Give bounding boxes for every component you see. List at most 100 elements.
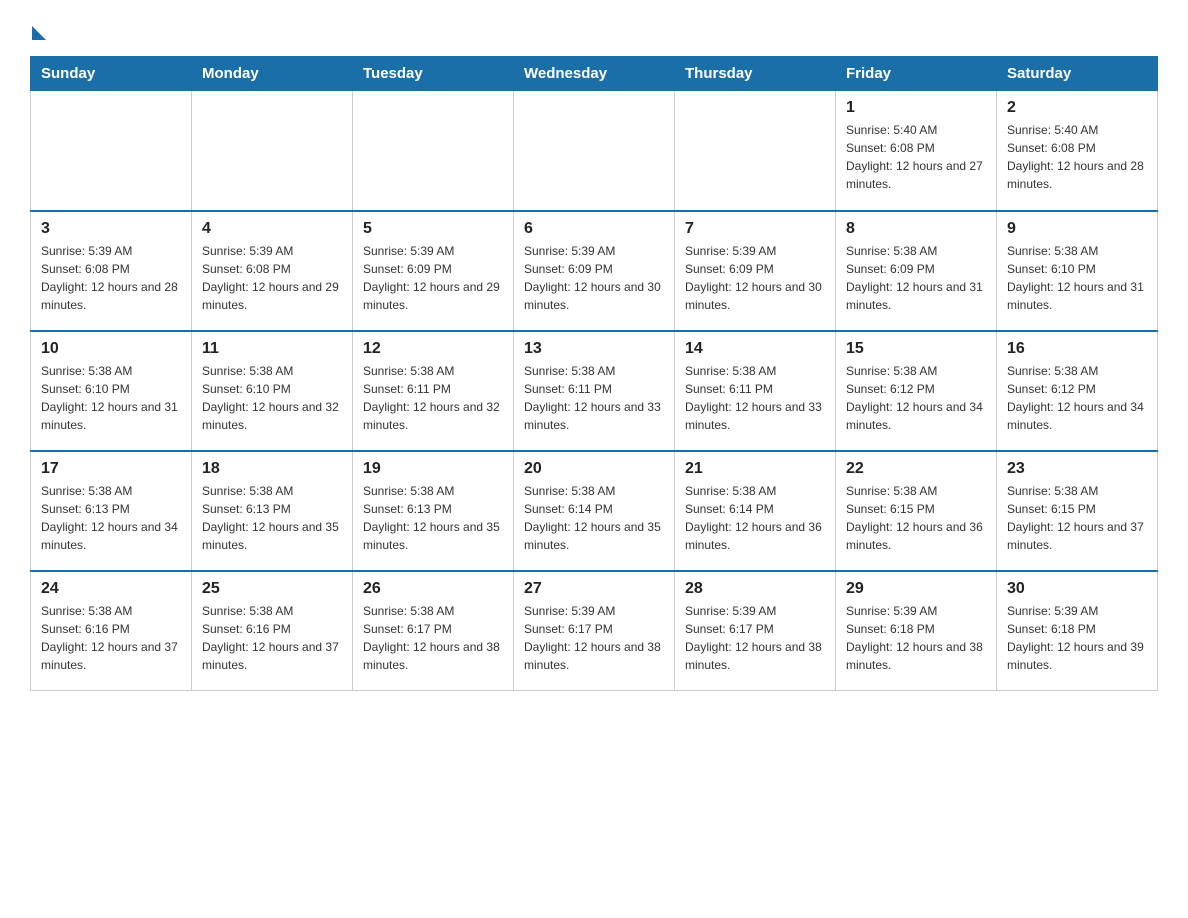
calendar-cell: 1Sunrise: 5:40 AMSunset: 6:08 PMDaylight… <box>836 91 997 211</box>
day-number: 11 <box>202 340 342 358</box>
day-number: 5 <box>363 220 503 238</box>
cell-sun-info: Sunrise: 5:38 AMSunset: 6:16 PMDaylight:… <box>41 602 181 674</box>
page-header <box>30 20 1158 36</box>
day-number: 30 <box>1007 580 1147 598</box>
calendar-week-row: 17 Sunrise: 5:38 AMSunset: 6:13 PMDayligh… <box>31 451 1158 571</box>
cell-sun-info: Sunrise: 5:39 AMSunset: 6:08 PMDaylight:… <box>41 242 181 314</box>
day-number: 16 <box>1007 340 1147 358</box>
cell-sun-info: Sunrise: 5:39 AMSunset: 6:09 PMDaylight:… <box>363 242 503 314</box>
cell-sun-info: Sunrise: 5:39 AMSunset: 6:08 PMDaylight:… <box>202 242 342 314</box>
weekday-header-row: SundayMondayTuesdayWednesdayThursdayFrid… <box>31 57 1158 91</box>
day-number: 13 <box>524 340 664 358</box>
calendar-cell: 8Sunrise: 5:38 AMSunset: 6:09 PMDaylight… <box>836 211 997 331</box>
logo <box>30 20 46 36</box>
cell-sun-info: Sunrise: 5:39 AMSunset: 6:17 PMDaylight:… <box>524 602 664 674</box>
calendar-cell <box>192 91 353 211</box>
calendar-cell: 7Sunrise: 5:39 AMSunset: 6:09 PMDaylight… <box>675 211 836 331</box>
day-number: 2 <box>1007 99 1147 117</box>
calendar-cell <box>514 91 675 211</box>
day-number: 29 <box>846 580 986 598</box>
weekday-header-tuesday: Tuesday <box>353 57 514 91</box>
cell-sun-info: Sunrise: 5:38 AMSunset: 6:12 PMDaylight:… <box>1007 362 1147 434</box>
cell-sun-info: Sunrise: 5:38 AMSunset: 6:13 PMDaylight:… <box>41 482 181 554</box>
day-number: 25 <box>202 580 342 598</box>
calendar-cell: 25 Sunrise: 5:38 AMSunset: 6:16 PMDayligh… <box>192 571 353 691</box>
calendar-cell: 10 Sunrise: 5:38 AMSunset: 6:10 PMDayligh… <box>31 331 192 451</box>
day-number: 22 <box>846 460 986 478</box>
calendar-cell: 24 Sunrise: 5:38 AMSunset: 6:16 PMDayligh… <box>31 571 192 691</box>
day-number: 6 <box>524 220 664 238</box>
cell-sun-info: Sunrise: 5:39 AMSunset: 6:18 PMDaylight:… <box>846 602 986 674</box>
cell-sun-info: Sunrise: 5:38 AMSunset: 6:11 PMDaylight:… <box>363 362 503 434</box>
weekday-header-wednesday: Wednesday <box>514 57 675 91</box>
day-number: 24 <box>41 580 181 598</box>
calendar-table: SundayMondayTuesdayWednesdayThursdayFrid… <box>30 56 1158 691</box>
day-number: 1 <box>846 99 986 117</box>
day-number: 12 <box>363 340 503 358</box>
calendar-week-row: 3 Sunrise: 5:39 AMSunset: 6:08 PMDaylight… <box>31 211 1158 331</box>
day-number: 23 <box>1007 460 1147 478</box>
weekday-header-monday: Monday <box>192 57 353 91</box>
calendar-cell: 14 Sunrise: 5:38 AMSunset: 6:11 PMDayligh… <box>675 331 836 451</box>
calendar-cell: 28 Sunrise: 5:39 AMSunset: 6:17 PMDayligh… <box>675 571 836 691</box>
day-number: 3 <box>41 220 181 238</box>
calendar-cell: 13 Sunrise: 5:38 AMSunset: 6:11 PMDayligh… <box>514 331 675 451</box>
calendar-cell <box>353 91 514 211</box>
cell-sun-info: Sunrise: 5:38 AMSunset: 6:15 PMDaylight:… <box>1007 482 1147 554</box>
calendar-cell: 30 Sunrise: 5:39 AMSunset: 6:18 PMDayligh… <box>997 571 1158 691</box>
calendar-cell: 21 Sunrise: 5:38 AMSunset: 6:14 PMDayligh… <box>675 451 836 571</box>
weekday-header-thursday: Thursday <box>675 57 836 91</box>
cell-sun-info: Sunrise: 5:38 AMSunset: 6:16 PMDaylight:… <box>202 602 342 674</box>
calendar-week-row: 10 Sunrise: 5:38 AMSunset: 6:10 PMDayligh… <box>31 331 1158 451</box>
day-number: 9 <box>1007 220 1147 238</box>
cell-sun-info: Sunrise: 5:38 AMSunset: 6:09 PMDaylight:… <box>846 242 986 314</box>
cell-sun-info: Sunrise: 5:40 AMSunset: 6:08 PMDaylight:… <box>1007 121 1147 193</box>
cell-sun-info: Sunrise: 5:38 AMSunset: 6:17 PMDaylight:… <box>363 602 503 674</box>
calendar-cell: 27 Sunrise: 5:39 AMSunset: 6:17 PMDayligh… <box>514 571 675 691</box>
calendar-cell: 2 Sunrise: 5:40 AMSunset: 6:08 PMDaylight… <box>997 91 1158 211</box>
cell-sun-info: Sunrise: 5:38 AMSunset: 6:11 PMDaylight:… <box>524 362 664 434</box>
cell-sun-info: Sunrise: 5:38 AMSunset: 6:11 PMDaylight:… <box>685 362 825 434</box>
cell-sun-info: Sunrise: 5:38 AMSunset: 6:13 PMDaylight:… <box>363 482 503 554</box>
cell-sun-info: Sunrise: 5:38 AMSunset: 6:10 PMDaylight:… <box>1007 242 1147 314</box>
calendar-cell <box>675 91 836 211</box>
calendar-week-row: 1 Sunrise: 5:40 AMSunset: 6:08 PMDaylight… <box>31 91 1158 211</box>
calendar-cell: 12 Sunrise: 5:38 AMSunset: 6:11 PMDayligh… <box>353 331 514 451</box>
calendar-cell: 4 Sunrise: 5:39 AMSunset: 6:08 PMDaylight… <box>192 211 353 331</box>
day-number: 27 <box>524 580 664 598</box>
cell-sun-info: Sunrise: 5:39 AMSunset: 6:18 PMDaylight:… <box>1007 602 1147 674</box>
cell-sun-info: Sunrise: 5:39 AMSunset: 6:17 PMDaylight:… <box>685 602 825 674</box>
cell-sun-info: Sunrise: 5:39 AMSunset: 6:09 PMDaylight:… <box>524 242 664 314</box>
day-number: 21 <box>685 460 825 478</box>
day-number: 7 <box>685 220 825 238</box>
day-number: 18 <box>202 460 342 478</box>
day-number: 20 <box>524 460 664 478</box>
cell-sun-info: Sunrise: 5:38 AMSunset: 6:10 PMDaylight:… <box>202 362 342 434</box>
day-number: 26 <box>363 580 503 598</box>
day-number: 10 <box>41 340 181 358</box>
cell-sun-info: Sunrise: 5:38 AMSunset: 6:13 PMDaylight:… <box>202 482 342 554</box>
calendar-cell: 18 Sunrise: 5:38 AMSunset: 6:13 PMDayligh… <box>192 451 353 571</box>
calendar-cell: 16 Sunrise: 5:38 AMSunset: 6:12 PMDayligh… <box>997 331 1158 451</box>
calendar-cell: 20 Sunrise: 5:38 AMSunset: 6:14 PMDayligh… <box>514 451 675 571</box>
cell-sun-info: Sunrise: 5:38 AMSunset: 6:14 PMDaylight:… <box>524 482 664 554</box>
calendar-cell: 17 Sunrise: 5:38 AMSunset: 6:13 PMDayligh… <box>31 451 192 571</box>
logo-arrow-icon <box>32 26 46 40</box>
cell-sun-info: Sunrise: 5:38 AMSunset: 6:10 PMDaylight:… <box>41 362 181 434</box>
calendar-cell: 15Sunrise: 5:38 AMSunset: 6:12 PMDayligh… <box>836 331 997 451</box>
calendar-cell: 22Sunrise: 5:38 AMSunset: 6:15 PMDayligh… <box>836 451 997 571</box>
day-number: 28 <box>685 580 825 598</box>
weekday-header-saturday: Saturday <box>997 57 1158 91</box>
calendar-cell: 6 Sunrise: 5:39 AMSunset: 6:09 PMDaylight… <box>514 211 675 331</box>
calendar-week-row: 24 Sunrise: 5:38 AMSunset: 6:16 PMDayligh… <box>31 571 1158 691</box>
calendar-cell: 19 Sunrise: 5:38 AMSunset: 6:13 PMDayligh… <box>353 451 514 571</box>
day-number: 19 <box>363 460 503 478</box>
cell-sun-info: Sunrise: 5:38 AMSunset: 6:14 PMDaylight:… <box>685 482 825 554</box>
day-number: 4 <box>202 220 342 238</box>
day-number: 17 <box>41 460 181 478</box>
cell-sun-info: Sunrise: 5:38 AMSunset: 6:12 PMDaylight:… <box>846 362 986 434</box>
calendar-cell: 5 Sunrise: 5:39 AMSunset: 6:09 PMDaylight… <box>353 211 514 331</box>
day-number: 14 <box>685 340 825 358</box>
calendar-cell: 11 Sunrise: 5:38 AMSunset: 6:10 PMDayligh… <box>192 331 353 451</box>
weekday-header-sunday: Sunday <box>31 57 192 91</box>
